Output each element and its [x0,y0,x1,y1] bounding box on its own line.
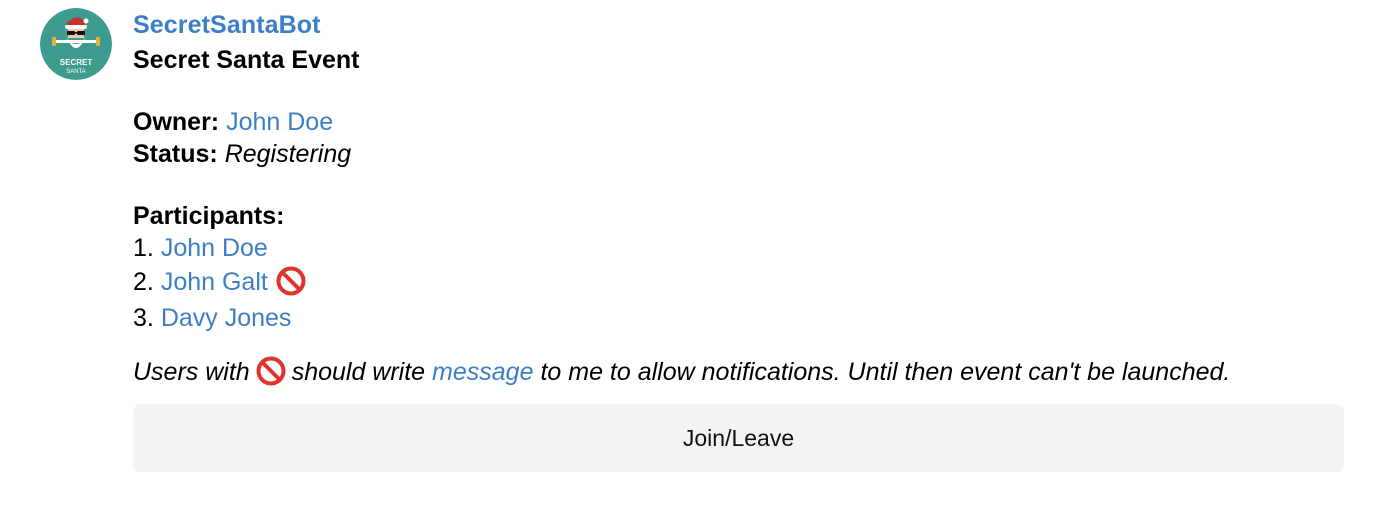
participant-number: 2. [133,268,154,296]
participants-label: Participants: [133,202,285,230]
owner-label: Owner: [133,108,220,136]
join-leave-button[interactable]: Join/Leave [133,404,1344,472]
avatar-text-line2: SANTA [66,69,86,75]
prohibited-icon [256,356,286,386]
status-label: Status: [133,140,218,168]
note-text-start: Users with [133,358,250,386]
participant-item: 1. John Doe [133,232,1348,264]
status-line: Status: Registering [133,138,1348,170]
participant-link[interactable]: Davy Jones [161,304,292,332]
owner-line: Owner: John Doe [133,106,1348,138]
sender-name[interactable]: SecretSantaBot [133,8,1348,42]
participant-link[interactable]: John Doe [161,234,268,262]
participant-number: 1. [133,234,154,262]
participant-link[interactable]: John Galt [161,268,268,296]
bot-message: SECRET SANTA SecretSantaBot Secret Santa… [0,0,1400,514]
participant-item: 3. Davy Jones [133,300,1348,336]
message-link[interactable]: message [432,358,533,386]
message-content: SecretSantaBot Secret Santa Event Owner:… [133,8,1348,472]
notification-note: Users with should write message to me to… [133,356,1348,388]
event-title: Secret Santa Event [133,46,360,74]
bot-avatar[interactable]: SECRET SANTA [40,8,112,80]
note-text-end: to me to allow notifications. Until then… [540,358,1231,386]
status-value: Registering [224,140,352,168]
avatar-text-line1: SECRET [60,58,93,67]
prohibited-icon [276,266,306,296]
owner-link[interactable]: John Doe [226,108,333,136]
secret-santa-avatar-icon: SECRET SANTA [40,8,112,80]
note-text-middle: should write [291,358,426,386]
participant-item: 2. John Galt [133,264,1348,300]
participant-number: 3. [133,304,154,332]
